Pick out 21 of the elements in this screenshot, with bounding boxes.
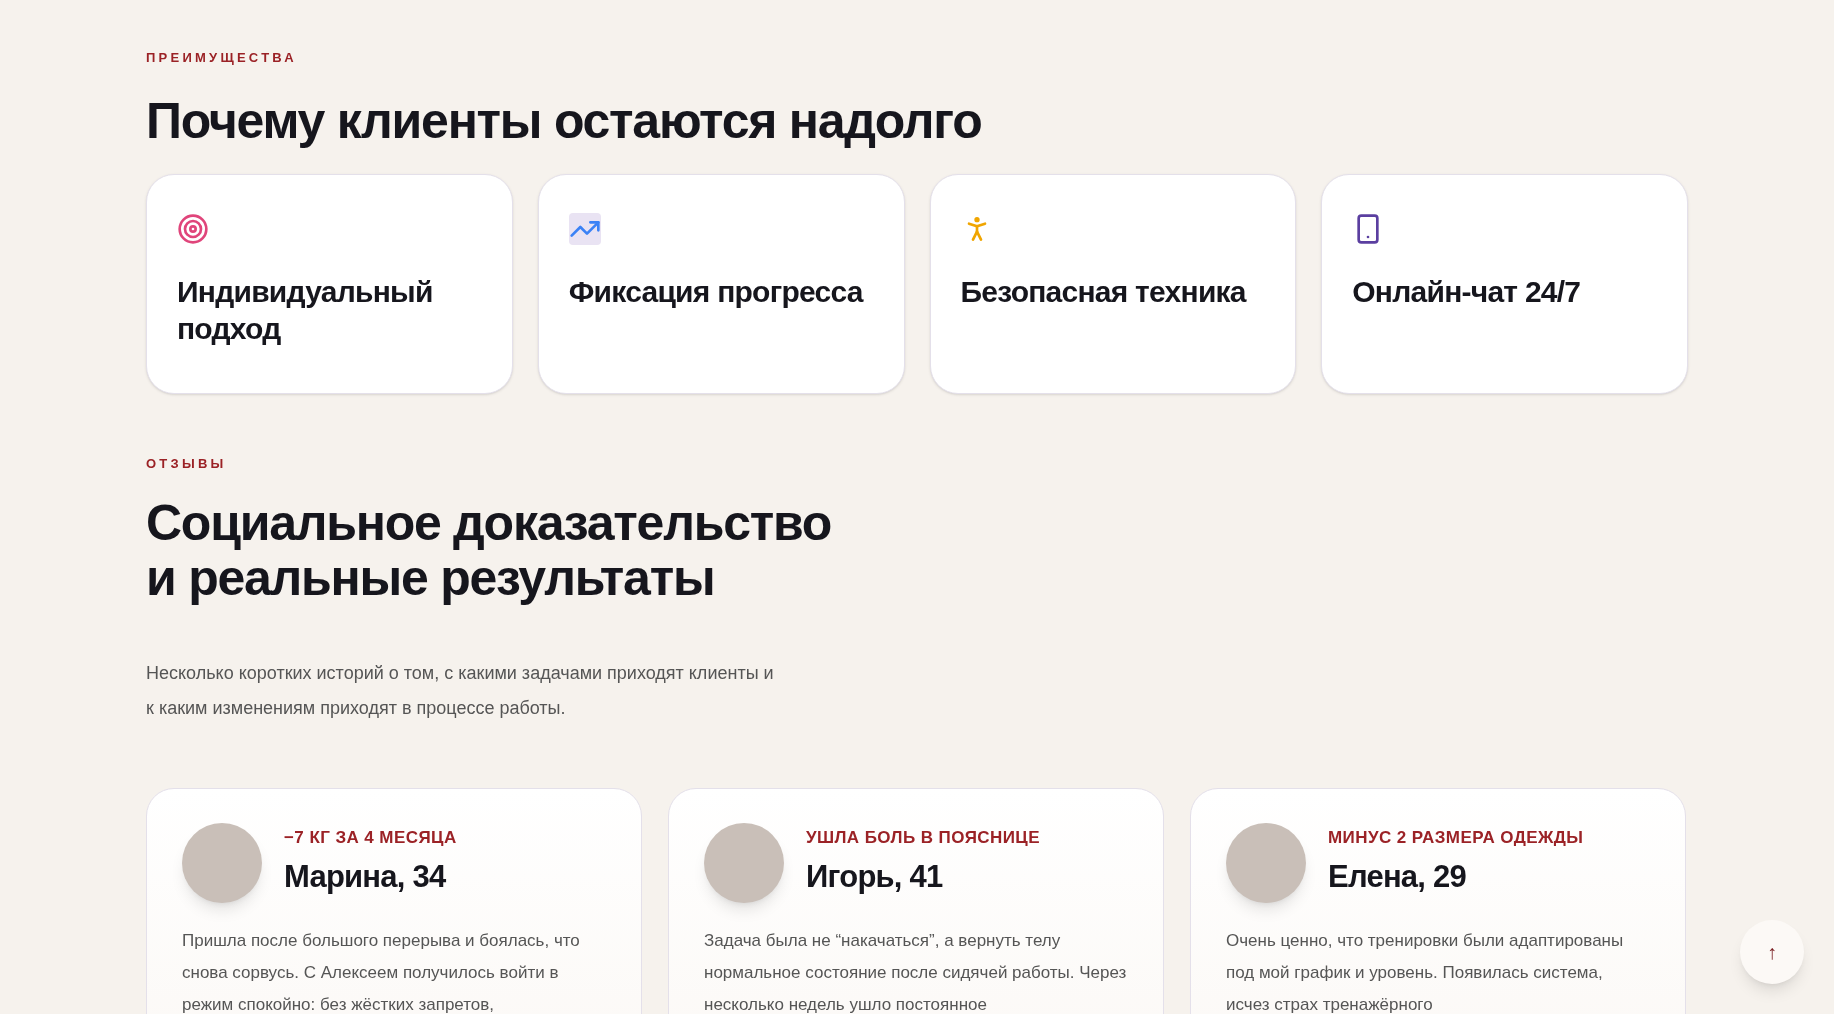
feature-title: Безопасная техника [960, 274, 1248, 310]
section-eyebrow: ОТЗЫВЫ [146, 455, 228, 473]
review-text: Задача была не “накачаться”, а вернуть телу нормальное состояние после сидячей работы. Через несколько недель ушло постоянное [704, 929, 1128, 1014]
feature-title: Фиксация прогресса [568, 274, 865, 310]
review-result: −7 КГ ЗА 4 МЕСЯЦА [284, 826, 457, 849]
reviewer-name: Марина, 34 [284, 858, 447, 896]
section-title: Почему клиенты остаются надолго [146, 91, 983, 151]
reviewer-name: Игорь, 41 [806, 858, 944, 896]
feature-title: Онлайн-чат 24/7 [1352, 274, 1582, 310]
section-title: Социальное доказательство и реальные результаты [146, 495, 833, 606]
chart-icon [568, 213, 601, 245]
scroll-top-button[interactable]: ↑ [1740, 920, 1804, 984]
target-icon [177, 213, 209, 245]
reviewer-name: Елена, 29 [1328, 858, 1467, 896]
section-eyebrow: ПРЕИМУЩЕСТВА [146, 49, 298, 67]
review-text: Очень ценно, что тренировки были адаптированы под мой график и уровень. Появилась система, исчез страх тренажёрного [1226, 929, 1625, 1014]
review-result: МИНУС 2 РАЗМЕРА ОДЕЖДЫ [1328, 826, 1584, 849]
feature-title: Индивидуальный подход [177, 274, 434, 347]
review-text: Пришла после большого перерыва и боялась, что снова сорвусь. С Алексеем получилось войти в режим спокойно: без жёстких запретов, [182, 929, 581, 1014]
review-result: УШЛА БОЛЬ В ПОЯСНИЦЕ [806, 826, 1040, 849]
section-intro: Несколько коротких историй о том, с какими задачами приходят клиенты и к каким изменениям приходят в процессе работы. [146, 661, 775, 720]
